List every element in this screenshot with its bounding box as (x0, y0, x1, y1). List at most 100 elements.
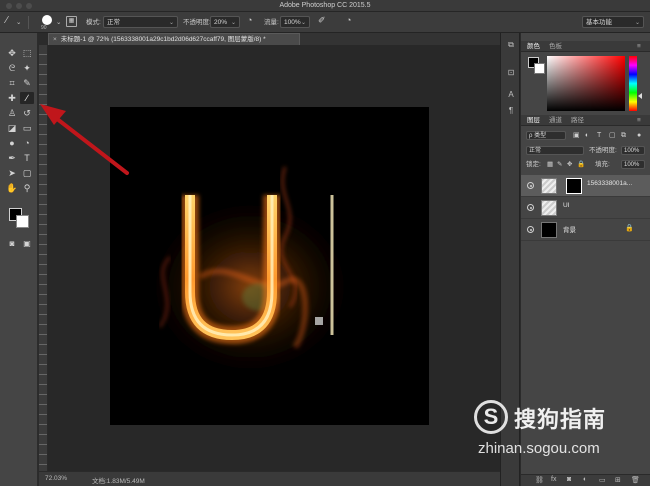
shape-tool-icon[interactable]: ▢ (20, 167, 34, 179)
history-panel-icon[interactable]: ⧉ (505, 39, 517, 51)
lock-position-icon[interactable]: ✥ (567, 159, 572, 171)
background-color-swatch[interactable] (16, 215, 29, 228)
tab-swatches[interactable]: 色板 (549, 42, 562, 52)
trash-icon[interactable]: 🗑 (631, 476, 640, 484)
lasso-tool-icon[interactable]: ᘓ (5, 62, 19, 74)
filter-type-icon[interactable]: T (597, 130, 601, 142)
filter-shape-icon[interactable]: ▢ (609, 130, 616, 142)
layer-filter-row: ρ 类型 ▣ ◐ T ▢ ⧉ ● (521, 130, 650, 142)
layer-opacity-field[interactable]: 100% (621, 146, 645, 155)
filter-pixel-icon[interactable]: ▣ (573, 130, 580, 142)
brush-preset-icon[interactable]: ∕ (6, 15, 8, 26)
panel-menu-icon[interactable]: ≡ (637, 42, 641, 52)
pen-tool-icon[interactable]: ✒ (5, 152, 19, 164)
tab-layers[interactable]: 图层 (527, 116, 540, 126)
layer-filter-select[interactable]: ρ 类型 (526, 131, 566, 140)
lock-all-icon[interactable]: 🔒 (577, 159, 585, 171)
brush-panel-icon[interactable]: ▦ (66, 16, 77, 27)
properties-panel-icon[interactable]: ⊡ (505, 67, 517, 79)
options-bar: ∕ ⌄ 90 ⌄ ▦ 模式: 正常 ⌄ 不透明度: 20% ⌄ ◔ 流量: 10… (0, 12, 650, 33)
chevron-down-icon[interactable]: ⌄ (16, 17, 21, 28)
folder-icon[interactable]: ▭ (599, 476, 606, 484)
type-tool-icon[interactable]: T (20, 152, 34, 164)
layer-row[interactable]: 背景 🔒 (521, 219, 650, 241)
eyedropper-tool-icon[interactable]: ✎ (20, 77, 34, 89)
adjustment-icon[interactable]: ◐ (583, 476, 587, 483)
brush-tip-icon (42, 15, 52, 25)
lock-icon: 🔒 (625, 225, 634, 232)
hand-tool-icon[interactable]: ✋ (5, 182, 19, 194)
eye-icon[interactable] (527, 182, 534, 189)
paragraph-panel-icon[interactable]: ¶ (505, 105, 517, 117)
hue-slider-handle[interactable] (638, 93, 642, 99)
layer-fill-field[interactable]: 100% (621, 160, 645, 169)
sogou-logo-icon: S (474, 400, 508, 434)
lock-pixels-icon[interactable]: ✎ (557, 159, 562, 171)
gradient-tool-icon[interactable]: ▭ (20, 122, 34, 134)
blur-tool-icon[interactable]: ● (5, 137, 19, 149)
filter-adjustment-icon[interactable]: ◐ (585, 130, 589, 142)
foreground-background-colors[interactable] (9, 208, 31, 230)
canvas-workspace[interactable]: UI (48, 45, 500, 471)
link-icon[interactable]: ⛓ (535, 476, 544, 484)
pressure-size-icon[interactable]: ◔ (346, 15, 351, 26)
layer-mask-thumbnail[interactable] (566, 178, 582, 194)
eraser-tool-icon[interactable]: ◪ (5, 122, 19, 134)
mode-select[interactable]: 正常 ⌄ (103, 16, 178, 28)
opacity-field[interactable]: 20% ⌄ (210, 16, 240, 28)
layer-row[interactable]: UI (521, 197, 650, 219)
tab-color[interactable]: 颜色 (527, 42, 540, 52)
layer-blend-mode-select[interactable]: 正常 (526, 146, 584, 155)
lock-transparent-icon[interactable]: ▦ (547, 159, 553, 171)
history-brush-tool-icon[interactable]: ↺ (20, 107, 34, 119)
mode-value: 正常 (107, 19, 120, 26)
color-panel-background-swatch[interactable] (534, 63, 545, 74)
workspace-select[interactable]: 基本功能 ⌄ (582, 16, 644, 28)
clone-stamp-tool-icon[interactable]: ♙ (5, 107, 19, 119)
hue-slider[interactable] (629, 56, 637, 111)
panel-menu-icon[interactable]: ≡ (637, 116, 641, 126)
quick-mask-icon[interactable]: ◙ (5, 237, 19, 249)
screen-mode-icon[interactable]: ▣ (20, 237, 34, 249)
magic-wand-tool-icon[interactable]: ✦ (20, 62, 34, 74)
dodge-tool-icon[interactable]: ◔ (20, 137, 34, 149)
brush-size-picker[interactable]: 90 (38, 14, 56, 32)
layer-thumbnail (541, 200, 557, 216)
layers-panel-tabs: 图层 通道 路径 ≡ (521, 115, 650, 126)
filter-smart-object-icon[interactable]: ⧉ (621, 130, 626, 142)
crop-tool-icon[interactable]: ⌗ (5, 77, 19, 89)
color-field[interactable] (547, 56, 625, 111)
mask-icon[interactable]: ◙ (567, 476, 571, 483)
vertical-ruler[interactable] (39, 45, 48, 471)
flow-field[interactable]: 100% ⌄ (280, 16, 310, 28)
document-tab[interactable]: × 未标题-1 @ 72% (1563338001a29c1bd2d06d627c… (48, 33, 300, 45)
eye-icon[interactable] (527, 204, 534, 211)
document-canvas[interactable]: UI (110, 107, 429, 425)
document-size[interactable]: 文档:1.83M/5.49M (92, 475, 145, 485)
tab-paths[interactable]: 路径 (571, 116, 584, 126)
brush-tool-icon[interactable]: ∕ (20, 92, 34, 104)
filter-toggle-icon[interactable]: ● (637, 130, 641, 142)
airbrush-icon[interactable]: ✐ (318, 15, 326, 26)
healing-brush-tool-icon[interactable]: ✚ (5, 92, 19, 104)
zoom-tool-icon[interactable]: ⚲ (20, 182, 34, 194)
chevron-down-icon[interactable]: ⌄ (56, 17, 61, 28)
layer-row[interactable]: 1563338001a... (521, 175, 650, 197)
chevron-down-icon: ⌄ (230, 20, 236, 26)
layer-blend-row: 正常 不透明度: 100% (521, 145, 650, 157)
move-tool-icon[interactable]: ✥ (5, 47, 19, 59)
zoom-level[interactable]: 72.03% (45, 475, 67, 482)
character-panel-icon[interactable]: A (505, 89, 517, 101)
eye-icon[interactable] (527, 226, 534, 233)
path-selection-tool-icon[interactable]: ➤ (5, 167, 19, 179)
new-layer-icon[interactable]: ⊞ (615, 476, 621, 484)
tab-channels[interactable]: 通道 (549, 116, 562, 126)
close-tab-icon[interactable]: × (53, 36, 57, 43)
mode-label: 模式: (86, 19, 101, 26)
pressure-opacity-icon[interactable]: ◔ (247, 15, 252, 26)
tools-panel: ✥ ⬚ ᘓ ✦ ⌗ ✎ ✚ ∕ ♙ ↺ ◪ ▭ ● ◔ ✒ T ➤ ▢ ✋ ⚲ ◙ ▣ (0, 33, 38, 486)
fx-icon[interactable]: fx (551, 476, 556, 483)
opacity-label: 不透明度: (183, 19, 211, 26)
marquee-tool-icon[interactable]: ⬚ (20, 47, 34, 59)
chevron-down-icon: ⌄ (300, 20, 306, 26)
